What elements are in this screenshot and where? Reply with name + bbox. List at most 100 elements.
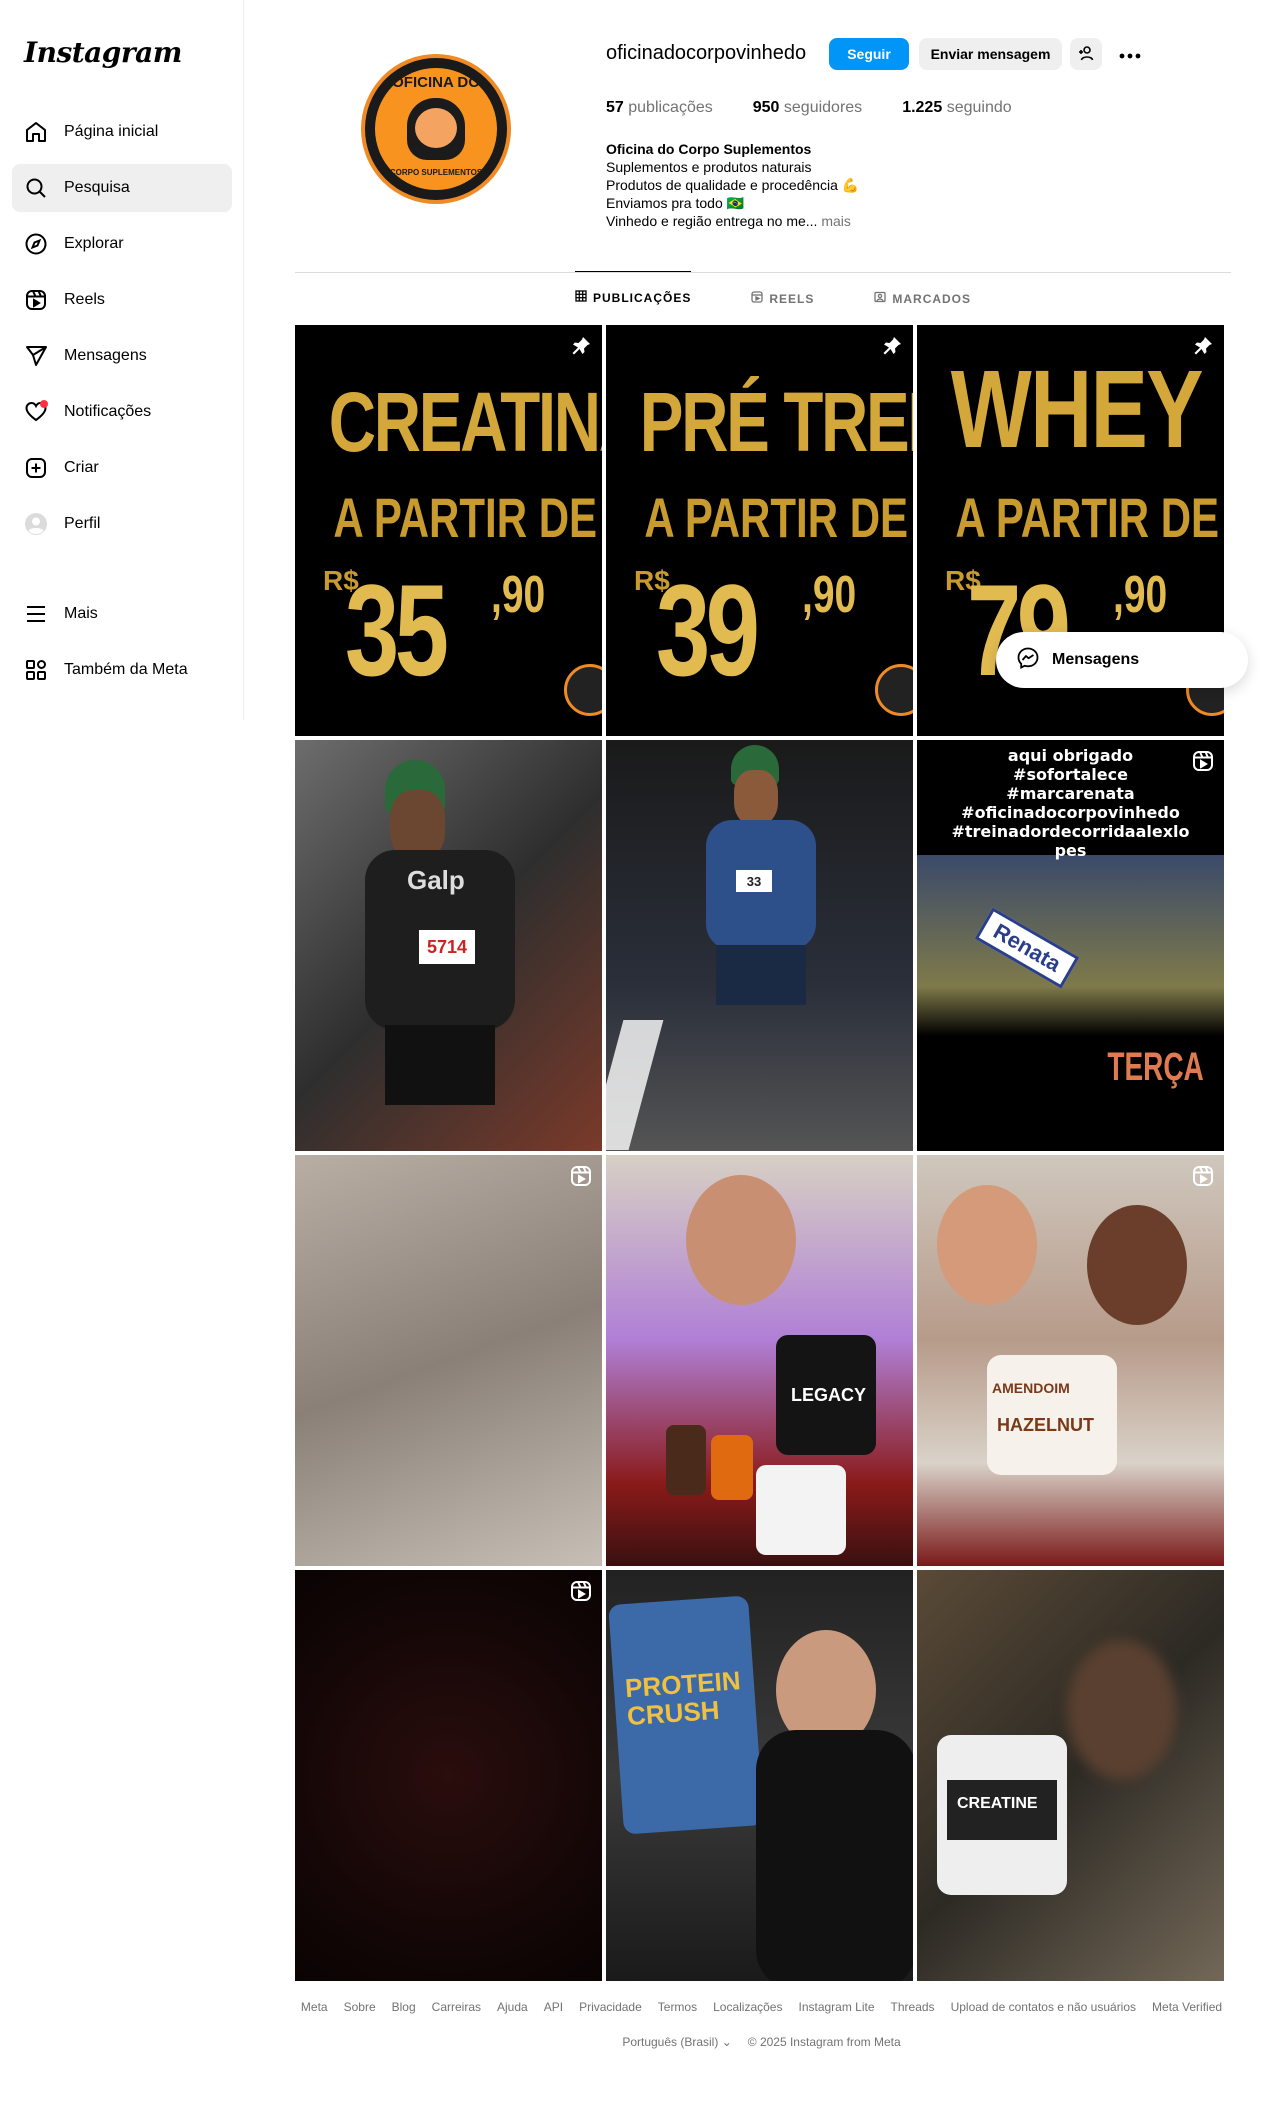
posts-grid: CREATINA A PARTIR DE R$ 35 ,90 PRÉ TREIN… <box>295 325 1228 1981</box>
following-count[interactable]: 1.225 seguindo <box>902 99 1011 117</box>
reel-badge-icon <box>1192 750 1214 772</box>
messages-floating-label: Mensagens <box>1052 651 1140 668</box>
runner-shorts <box>385 1025 495 1105</box>
post-customer-legacy[interactable]: LEGACY <box>606 1155 913 1566</box>
heart-icon <box>24 400 48 424</box>
product-tub <box>756 1465 846 1555</box>
sidebar-item-more[interactable]: Mais <box>12 590 232 638</box>
sidebar-item-create[interactable]: Criar <box>12 444 232 492</box>
product-bottle <box>666 1425 706 1495</box>
footer-link[interactable]: Threads <box>891 2000 935 2014</box>
footer-link[interactable]: Ajuda <box>497 2000 528 2014</box>
post-creatina-promo[interactable]: CREATINA A PARTIR DE R$ 35 ,90 <box>295 325 602 736</box>
avatar-text-bottom: CORPO SUPLEMENTOS <box>389 168 483 177</box>
person-face <box>686 1175 796 1305</box>
reel-day-label: TERÇA <box>1107 1045 1204 1089</box>
sidebar-nav: Página inicial Pesquisa Explorar Reels M… <box>12 108 232 556</box>
product-label: LEGACY <box>791 1385 867 1405</box>
sidebar-item-meta[interactable]: Também da Meta <box>12 646 232 694</box>
footer-link[interactable]: Meta Verified <box>1152 2000 1222 2014</box>
sidebar-item-label: Criar <box>64 459 99 476</box>
pinned-icon <box>881 335 903 357</box>
search-icon <box>24 176 48 200</box>
pinned-icon <box>1192 335 1214 357</box>
more-horizontal-icon <box>1119 46 1141 62</box>
footer-link[interactable]: Meta <box>301 2000 328 2014</box>
options-button[interactable] <box>1114 38 1146 70</box>
footer-link[interactable]: Privacidade <box>579 2000 642 2014</box>
sidebar-item-label: Pesquisa <box>64 179 130 196</box>
shirt-brand: Galp <box>407 865 465 895</box>
bio-line: Produtos de qualidade e procedência 💪 <box>606 177 860 193</box>
sidebar-item-home[interactable]: Página inicial <box>12 108 232 156</box>
profile-stats: 57 publicações 950 seguidores 1.225 segu… <box>606 99 1012 117</box>
followers-count[interactable]: 950 seguidores <box>753 99 862 117</box>
post-night-runner-photo[interactable]: 33 <box>606 740 913 1151</box>
language-selector[interactable]: Português (Brasil) ⌄ <box>622 2035 731 2049</box>
notification-dot <box>40 400 48 408</box>
footer-link[interactable]: Carreiras <box>432 2000 481 2014</box>
tab-posts[interactable]: PUBLICAÇÕES <box>575 271 692 323</box>
tab-reels[interactable]: REELS <box>751 272 814 324</box>
sidebar-item-reels[interactable]: Reels <box>12 276 232 324</box>
footer-link[interactable]: Upload de contatos e não usuários <box>951 2000 1136 2014</box>
sidebar-item-notifications[interactable]: Notificações <box>12 388 232 436</box>
post-customers-hazelnut[interactable]: AMENDOIM HAZELNUT <box>917 1155 1224 1566</box>
product-label: AMENDOIM <box>992 1380 1070 1396</box>
post-protein-crush[interactable]: PROTEIN CRUSH <box>606 1570 913 1981</box>
race-bib: 5714 <box>419 930 475 964</box>
follow-button[interactable]: Seguir <box>829 38 909 70</box>
send-message-button[interactable]: Enviar mensagem <box>919 38 1062 70</box>
post-creatine-product[interactable]: CREATINE <box>917 1570 1224 1981</box>
product-bottle <box>711 1435 753 1500</box>
add-user-icon <box>1078 45 1094 64</box>
sidebar-item-label: Mensagens <box>64 347 147 364</box>
post-pre-treino-promo[interactable]: PRÉ TREINO A PARTIR DE R$ 39 ,90 <box>606 325 913 736</box>
product-label: PROTEIN CRUSH <box>624 1665 742 1732</box>
sidebar-item-messages[interactable]: Mensagens <box>12 332 232 380</box>
tab-label: REELS <box>769 291 815 306</box>
post-reel-shirt[interactable]: aqui obrigado #sofortalece #marcarenata … <box>917 740 1224 1151</box>
profile-avatar[interactable]: OFICINA DO CORPO SUPLEMENTOS <box>361 54 511 204</box>
sidebar-item-search[interactable]: Pesquisa <box>12 164 232 212</box>
sidebar-bottom: Mais Também da Meta <box>12 590 232 702</box>
post-reel-blur[interactable] <box>295 1155 602 1566</box>
person-face <box>937 1185 1037 1305</box>
runner-head <box>734 770 778 825</box>
bio-name: Oficina do Corpo Suplementos <box>606 141 812 157</box>
posts-count: 57 publicações <box>606 99 713 116</box>
meta-apps-icon <box>24 658 48 682</box>
tab-label: MARCADOS <box>892 291 972 306</box>
footer-link[interactable]: Sobre <box>344 2000 376 2014</box>
bio-line: Suplementos e produtos naturais <box>606 159 812 175</box>
race-bib: 33 <box>736 870 772 892</box>
post-reel-dark[interactable] <box>295 1570 602 1981</box>
road-line <box>606 1020 664 1150</box>
footer-link[interactable]: Blog <box>392 2000 416 2014</box>
reel-caption-overlay: aqui obrigado #sofortalece #marcarenata … <box>951 746 1190 860</box>
post-runner-photo[interactable]: Galp 5714 <box>295 740 602 1151</box>
tab-tagged[interactable]: MARCADOS <box>874 272 971 324</box>
footer-link[interactable]: Termos <box>658 2000 697 2014</box>
footer-link[interactable]: Localizações <box>713 2000 782 2014</box>
bio-more-link[interactable]: mais <box>821 213 851 229</box>
messenger-icon <box>1016 646 1040 675</box>
sidebar-item-label: Também da Meta <box>64 661 188 678</box>
chevron-down-icon: ⌄ <box>721 2035 732 2049</box>
footer-link[interactable]: API <box>544 2000 563 2014</box>
suggest-user-button[interactable] <box>1070 38 1102 70</box>
promo-cents: ,90 <box>802 566 857 624</box>
sidebar-item-explore[interactable]: Explorar <box>12 220 232 268</box>
sidebar-item-profile[interactable]: Perfil <box>12 500 232 548</box>
reels-icon <box>24 288 48 312</box>
instagram-logo[interactable]: Instagram <box>24 36 182 69</box>
messages-floating-button[interactable]: Mensagens <box>996 632 1248 688</box>
send-icon <box>24 344 48 368</box>
grid-icon <box>575 290 587 305</box>
promo-cents: ,90 <box>1113 566 1168 624</box>
reel-badge-icon <box>1192 1165 1214 1187</box>
home-icon <box>24 120 48 144</box>
profile-username: oficinadocorpovinhedo <box>606 42 807 64</box>
promo-price: 35 <box>345 557 449 703</box>
footer-link[interactable]: Instagram Lite <box>798 2000 874 2014</box>
